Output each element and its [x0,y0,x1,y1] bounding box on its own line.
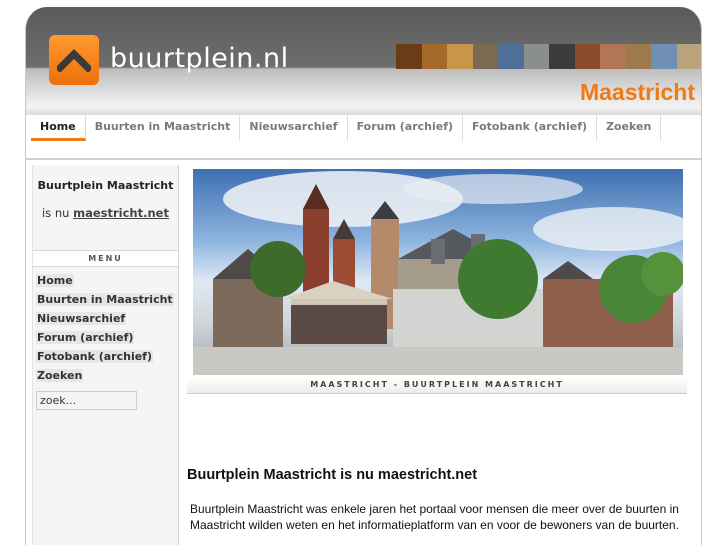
city-title: Maastricht [579,79,695,105]
sidebar-item-buurten[interactable]: Buurten in Maastricht [36,290,178,309]
header-photo-maastricht [193,169,683,375]
logo-text[interactable]: buurtplein.nl [110,43,289,74]
maestricht-link[interactable]: maestricht.net [73,206,169,220]
intro-paragraph: Buurtplein Maastricht was enkele jaren h… [190,502,679,532]
sidebar-item-label: Forum (archief) [36,331,135,344]
sidebar-item-zoeken[interactable]: Zoeken [36,366,178,385]
sidebar-menu: Home Buurten in Maastricht Nieuwsarchief… [33,267,178,385]
sidebar-item-label: Buurten in Maastricht [36,293,174,306]
sidebar: Buurtplein Maastricht is nu maestricht.n… [32,165,179,545]
city-square-image [193,171,683,375]
site-header: buurtplein.nl Maastricht [26,7,701,115]
sidebar-item-label: Nieuwsarchief [36,312,127,325]
nav-forum[interactable]: Forum (archief) [348,115,464,141]
sidebar-subtitle: is nu maestricht.net [33,206,178,220]
nav-zoeken[interactable]: Zoeken [597,115,662,141]
page-wrapper: buurtplein.nl Maastricht Home Buurten in… [25,7,702,545]
main-navigation: Home Buurten in Maastricht Nieuwsarchief… [26,115,701,160]
chevron-up-icon [57,49,91,72]
header-photo-strip [396,44,701,69]
sidebar-item-label: Zoeken [36,369,84,382]
sidebar-item-nieuwsarchief[interactable]: Nieuwsarchief [36,309,178,328]
nav-home[interactable]: Home [31,115,86,141]
menu-heading: MENU [33,250,178,267]
page-title: Buurtplein Maastricht is nu maestricht.n… [187,467,478,483]
photo-caption: MAASTRICHT - BUURTPLEIN MAASTRICHT [187,377,687,394]
main-content: MAASTRICHT - BUURTPLEIN MAASTRICHT Buurt… [187,165,687,545]
search-input[interactable] [36,391,137,410]
sidebar-item-home[interactable]: Home [36,271,178,290]
nav-nieuwsarchief[interactable]: Nieuwsarchief [240,115,348,141]
sidebar-sub-prefix: is nu [42,206,70,220]
sidebar-item-forum[interactable]: Forum (archief) [36,328,178,347]
sidebar-item-fotobank[interactable]: Fotobank (archief) [36,347,178,366]
logo-icon[interactable] [49,35,99,85]
sidebar-title: Buurtplein Maastricht [37,179,174,192]
nav-buurten[interactable]: Buurten in Maastricht [86,115,241,141]
sidebar-item-label: Home [36,274,74,287]
nav-fotobank[interactable]: Fotobank (archief) [463,115,598,141]
sidebar-item-label: Fotobank (archief) [36,350,153,363]
